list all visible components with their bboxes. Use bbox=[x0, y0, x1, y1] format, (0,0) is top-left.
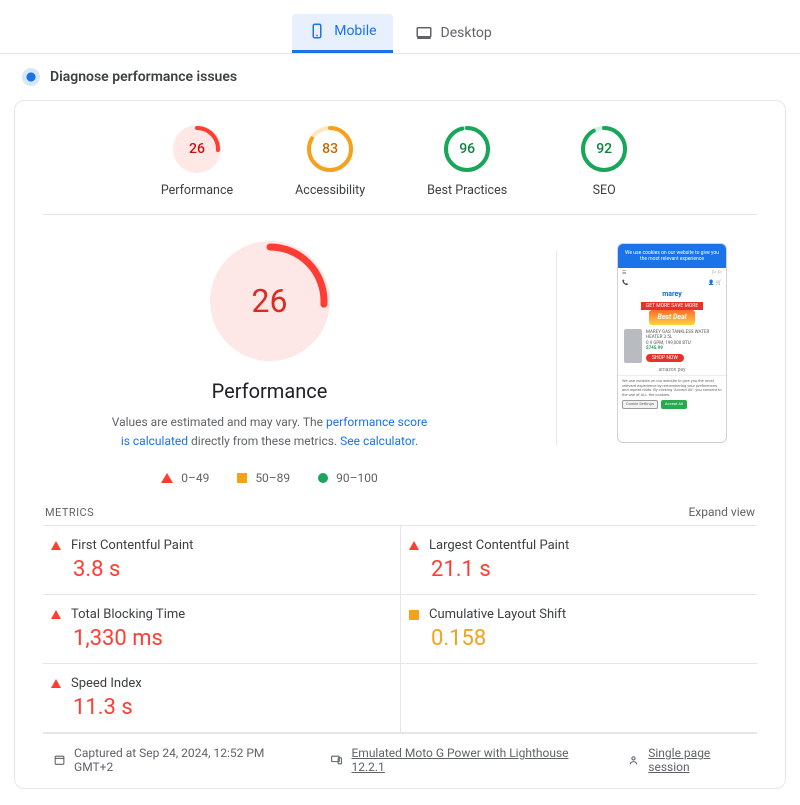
best-practices-score: 96 bbox=[443, 125, 491, 173]
preview-logo: marey bbox=[618, 288, 726, 300]
tab-mobile-label: Mobile bbox=[334, 23, 376, 39]
triangle-red-icon bbox=[161, 473, 173, 483]
diagnose-title: Diagnose performance issues bbox=[50, 69, 237, 85]
metric-value: 3.8 s bbox=[73, 557, 392, 582]
seo-gauge: 92 bbox=[580, 125, 628, 173]
footer-captured: Captured at Sep 24, 2024, 12:52 PM GMT+2 bbox=[53, 746, 290, 774]
metric-tbt[interactable]: Total Blocking Time 1,330 ms bbox=[43, 595, 400, 664]
legend-high: 90–100 bbox=[318, 471, 378, 485]
metrics-label: METRICS bbox=[45, 506, 94, 519]
vertical-divider bbox=[556, 251, 557, 445]
metric-value: 0.158 bbox=[431, 626, 749, 651]
tab-desktop-label: Desktop bbox=[441, 25, 492, 41]
metric-fcp[interactable]: First Contentful Paint 3.8 s bbox=[43, 526, 400, 595]
device-tabbar: Mobile Desktop bbox=[0, 0, 800, 54]
preview-pay: amazon pay bbox=[618, 365, 726, 375]
metrics-grid: First Contentful Paint 3.8 s Largest Con… bbox=[43, 525, 757, 733]
metrics-header: METRICS Expand view bbox=[43, 499, 757, 525]
metric-name: Speed Index bbox=[71, 676, 142, 691]
best-practices-label: Best Practices bbox=[427, 183, 507, 198]
footer-device[interactable]: Emulated Moto G Power with Lighthouse 12… bbox=[330, 746, 587, 774]
expand-view-link[interactable]: Expand view bbox=[688, 505, 755, 519]
performance-score: 26 bbox=[173, 125, 221, 173]
metric-name: Largest Contentful Paint bbox=[429, 538, 569, 553]
triangle-red-icon bbox=[51, 679, 61, 688]
seo-label: SEO bbox=[593, 183, 616, 198]
preview-product-image bbox=[624, 329, 642, 363]
footer-session[interactable]: Single page session bbox=[627, 746, 747, 774]
phone-mock: We use cookies on our website to give yo… bbox=[617, 243, 727, 443]
score-performance[interactable]: 26 Performance bbox=[161, 125, 233, 198]
preview-cookie: We use cookies on our website to give yo… bbox=[618, 375, 726, 412]
performance-column: 26 Performance Values are estimated and … bbox=[43, 241, 496, 485]
calendar-icon bbox=[53, 753, 66, 767]
preview-iconbar: 📞👤 🛒 bbox=[618, 278, 726, 288]
preview-deal-tag: Best Deal bbox=[649, 310, 694, 324]
triangle-red-icon bbox=[51, 541, 61, 550]
metric-name: Total Blocking Time bbox=[71, 607, 185, 622]
see-calculator-link[interactable]: See calculator. bbox=[340, 434, 418, 448]
score-legend: 0–49 50–89 90–100 bbox=[161, 471, 378, 485]
preview-cookie-accept: Accept All bbox=[661, 400, 687, 409]
preview-topbar: ☰⚐ ⚐ bbox=[618, 268, 726, 278]
performance-heading: Performance bbox=[212, 379, 328, 403]
performance-gauge: 26 bbox=[173, 125, 221, 173]
desktop-icon bbox=[415, 24, 433, 42]
legend-low: 0–49 bbox=[161, 471, 209, 485]
preview-price: $745.99 bbox=[646, 346, 720, 351]
score-best-practices[interactable]: 96 Best Practices bbox=[427, 125, 507, 198]
desc-text2: directly from these metrics. bbox=[188, 434, 340, 448]
metric-lcp[interactable]: Largest Contentful Paint 21.1 s bbox=[400, 526, 757, 595]
performance-label: Performance bbox=[161, 183, 233, 198]
session-icon bbox=[627, 753, 640, 767]
score-strip: 26 Performance 83 Accessibility 96 Best … bbox=[43, 125, 757, 215]
square-orange-icon bbox=[237, 473, 247, 483]
preview-deal: GET MORE SAVE MORE Best Deal bbox=[624, 302, 720, 324]
diagnose-icon bbox=[22, 68, 40, 86]
accessibility-score: 83 bbox=[306, 125, 354, 173]
capture-footer: Captured at Sep 24, 2024, 12:52 PM GMT+2… bbox=[43, 733, 757, 776]
metric-si[interactable]: Speed Index 11.3 s bbox=[43, 664, 400, 733]
score-seo[interactable]: 92 SEO bbox=[569, 125, 639, 198]
preview-cookie-settings: Cookie Settings bbox=[622, 400, 658, 409]
desc-text: Values are estimated and may vary. The bbox=[112, 415, 326, 429]
page-preview: We use cookies on our website to give yo… bbox=[617, 241, 757, 443]
metric-value: 21.1 s bbox=[431, 557, 749, 582]
performance-big-score: 26 bbox=[210, 241, 330, 361]
performance-big-gauge: 26 bbox=[210, 241, 330, 361]
preview-product-text: MAREY GAS TANKLESS WATER HEATER 3.5L 0.9… bbox=[646, 330, 720, 362]
metric-value: 1,330 ms bbox=[73, 626, 392, 651]
best-practices-gauge: 96 bbox=[443, 125, 491, 173]
score-accessibility[interactable]: 83 Accessibility bbox=[295, 125, 365, 198]
tab-desktop[interactable]: Desktop bbox=[399, 14, 508, 53]
metric-name: Cumulative Layout Shift bbox=[429, 607, 566, 622]
results-card: 26 Performance 83 Accessibility 96 Best … bbox=[14, 100, 786, 789]
device-icon bbox=[330, 753, 343, 767]
mobile-icon bbox=[308, 22, 326, 40]
legend-mid: 50–89 bbox=[237, 471, 290, 485]
performance-detail: 26 Performance Values are estimated and … bbox=[43, 215, 757, 499]
metric-empty bbox=[400, 664, 757, 733]
metric-value: 11.3 s bbox=[73, 695, 392, 720]
metric-cls[interactable]: Cumulative Layout Shift 0.158 bbox=[400, 595, 757, 664]
preview-banner: We use cookies on our website to give yo… bbox=[618, 244, 726, 268]
preview-deal-top: GET MORE SAVE MORE bbox=[641, 302, 703, 310]
preview-product: MAREY GAS TANKLESS WATER HEATER 3.5L 0.9… bbox=[618, 327, 726, 365]
circle-green-icon bbox=[318, 473, 328, 483]
tab-mobile[interactable]: Mobile bbox=[292, 14, 392, 53]
accessibility-label: Accessibility bbox=[295, 183, 365, 198]
seo-score: 92 bbox=[580, 125, 628, 173]
diagnose-header: Diagnose performance issues bbox=[0, 54, 800, 96]
performance-description: Values are estimated and may vary. The p… bbox=[110, 413, 430, 451]
metric-name: First Contentful Paint bbox=[71, 538, 193, 553]
square-orange-icon bbox=[409, 610, 419, 620]
triangle-red-icon bbox=[409, 541, 419, 550]
accessibility-gauge: 83 bbox=[306, 125, 354, 173]
preview-shop-button: SHOP NOW bbox=[646, 354, 684, 362]
triangle-red-icon bbox=[51, 610, 61, 619]
